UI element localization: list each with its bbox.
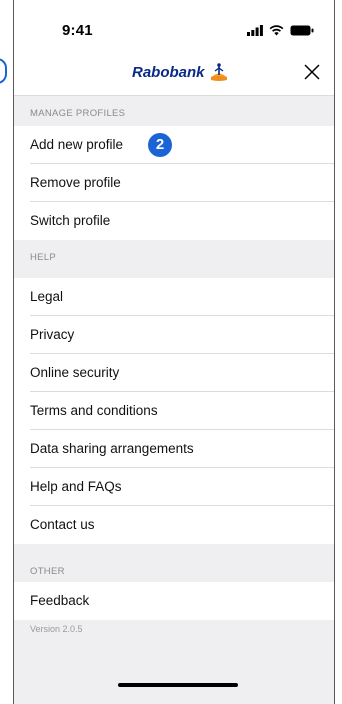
menu-item-feedback[interactable]: Feedback xyxy=(14,582,334,620)
menu-item-label: Help and FAQs xyxy=(30,479,122,494)
menu-item-label: Switch profile xyxy=(30,213,111,228)
brand-name: Rabobank xyxy=(132,63,205,81)
menu-item-add-new-profile[interactable]: Add new profile 2 xyxy=(14,126,334,164)
menu-item-legal[interactable]: Legal xyxy=(14,278,334,316)
menu-item-label: Terms and conditions xyxy=(30,403,158,418)
menu-item-label: Add new profile xyxy=(30,137,124,152)
phone-screen: 9:41 Rabobank MANAGE PROFILES Add new pr… xyxy=(13,0,335,704)
section-header-label: HELP xyxy=(30,252,57,263)
step-badge: 2 xyxy=(148,133,172,157)
menu-item-privacy[interactable]: Privacy xyxy=(14,316,334,354)
section-header-label: OTHER xyxy=(30,566,65,577)
menu-item-online-security[interactable]: Online security xyxy=(14,354,334,392)
manage-profiles-list: Add new profile 2 Remove profile Switch … xyxy=(14,126,334,240)
menu-item-label: Privacy xyxy=(30,327,75,342)
menu-item-contact-us[interactable]: Contact us xyxy=(14,506,334,544)
other-list: Feedback xyxy=(14,582,334,620)
menu-item-label: Contact us xyxy=(30,517,95,532)
menu-item-label: Online security xyxy=(30,365,120,380)
rabobank-logo-icon xyxy=(210,63,227,81)
menu-item-terms-and-conditions[interactable]: Terms and conditions xyxy=(14,392,334,430)
menu-item-help-and-faqs[interactable]: Help and FAQs xyxy=(14,468,334,506)
close-icon[interactable] xyxy=(302,62,322,82)
signal-icon xyxy=(247,25,263,36)
menu-item-label: Data sharing arrangements xyxy=(30,441,194,456)
menu-item-switch-profile[interactable]: Switch profile xyxy=(14,202,334,240)
section-header-help: HELP xyxy=(14,240,334,270)
nav-bar: Rabobank xyxy=(14,50,334,96)
section-header-manage-profiles: MANAGE PROFILES xyxy=(14,96,334,126)
section-header-label: MANAGE PROFILES xyxy=(30,108,126,119)
menu-item-label: Legal xyxy=(30,289,64,304)
status-icons xyxy=(247,25,314,36)
menu-item-label: Feedback xyxy=(30,593,90,608)
section-header-other: OTHER xyxy=(14,554,334,584)
brand-logo: Rabobank xyxy=(132,62,229,82)
status-bar: 9:41 xyxy=(14,0,334,50)
menu-item-remove-profile[interactable]: Remove profile xyxy=(14,164,334,202)
version-label: Version 2.0.5 xyxy=(30,624,83,634)
edge-indicator xyxy=(0,58,7,84)
status-time: 9:41 xyxy=(62,22,93,39)
battery-icon xyxy=(290,25,314,36)
help-list: Legal Privacy Online security Terms and … xyxy=(14,278,334,544)
home-indicator[interactable] xyxy=(118,683,238,687)
menu-item-data-sharing-arrangements[interactable]: Data sharing arrangements xyxy=(14,430,334,468)
wifi-icon xyxy=(269,25,284,36)
menu-item-label: Remove profile xyxy=(30,175,121,190)
